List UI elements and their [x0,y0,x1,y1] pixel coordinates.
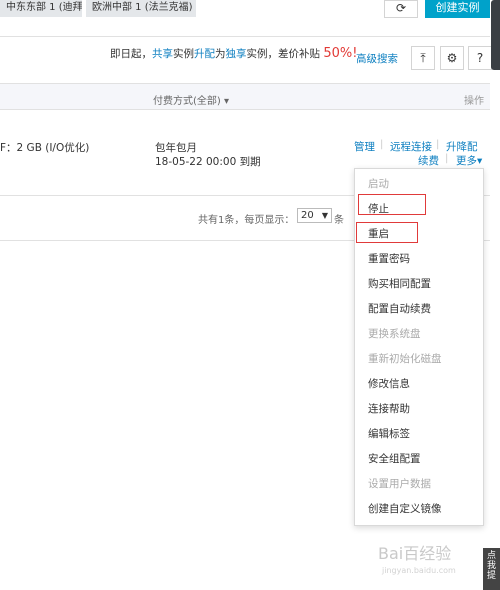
menu-item-create-image[interactable]: 创建自定义镜像 [368,501,442,516]
manage-link[interactable]: 管理 [354,139,375,154]
help-icon: ? [476,51,484,65]
promo-upgrade-link[interactable]: 升配 [194,48,215,60]
export-button[interactable]: ⤒ [411,46,435,70]
operations-header: 操作 [464,96,484,107]
pager-summary: 共有1条，每页显示： [198,215,295,226]
promo-banner: 即日起，共享实例升配为独享实例，差价补贴 50%! [110,46,357,61]
chevron-down-icon: ▾ [224,96,230,107]
menu-item-start: 启动 [368,178,389,190]
menu-item-edit-tags[interactable]: 编辑标签 [368,426,410,441]
pager-suffix: 条 [334,215,344,226]
gear-icon: ⚙ [446,51,458,65]
caret-down-icon: ▼ [321,211,328,220]
menu-item-connect-help[interactable]: 连接帮助 [368,401,410,416]
promo-text-3: 实例，差价补贴 [246,48,324,60]
side-panel-strip[interactable] [491,0,500,70]
region-tab-dubai[interactable]: 中东东部 1 (迪拜) [0,0,82,17]
instance-spec: F：2 GB (I/O优化) [0,142,90,154]
page-size-value: 20 [301,210,314,221]
more-dropdown-toggle[interactable]: 更多▾ [456,153,483,169]
payment-filter-label: 付费方式(全部) [153,96,221,107]
menu-item-buy-same[interactable]: 购买相同配置 [368,276,431,291]
expire-time: 18-05-22 00:00 到期 [155,156,261,168]
remote-connect-link[interactable]: 远程连接 [390,139,432,154]
ops-separator: | [445,153,449,164]
renew-link[interactable]: 续费 [418,153,439,168]
highlight-restart [356,222,418,243]
region-tab-frankfurt[interactable]: 欧洲中部 1 (法兰克福) [86,0,196,17]
menu-item-change-system-disk: 更换系统盘 [368,328,421,340]
refresh-icon: ⟳ [395,1,407,15]
promo-prefix: 即日起， [110,48,152,60]
menu-item-reset-password[interactable]: 重置密码 [368,251,410,266]
ops-separator: | [380,139,384,150]
watermark-text: Bai百经验 [378,544,452,563]
ops-separator: | [436,139,440,150]
page-size-select[interactable]: 20 ▼ [297,208,332,223]
promo-percent: 50%! [323,46,358,61]
payment-filter[interactable]: 付费方式(全部) ▾ [153,92,229,107]
promo-text-1: 实例 [173,48,194,60]
help-button[interactable]: ? [468,46,492,70]
settings-button[interactable]: ⚙ [440,46,464,70]
create-instance-button[interactable]: 创建实例 [425,0,490,18]
highlight-stop [358,194,426,215]
menu-item-reinit-disk: 重新初始化磁盘 [368,353,442,365]
menu-item-auto-renew[interactable]: 配置自动续费 [368,301,431,316]
header-divider [0,36,490,37]
more-label: 更多 [456,155,477,167]
caret-down-icon: ▾ [477,155,483,167]
feedback-tab[interactable]: 点我提 [483,548,500,590]
promo-shared-link[interactable]: 共享 [152,48,173,60]
advanced-search-link[interactable]: 高级搜索 [356,51,398,66]
promo-exclusive-link[interactable]: 独享 [226,48,247,60]
watermark-logo: Bai百经验 jingyan.baidu.com [378,540,478,580]
promo-text-2: 为 [215,48,226,60]
menu-item-user-data: 设置用户数据 [368,478,431,490]
watermark-url: jingyan.baidu.com [382,566,456,575]
menu-item-edit-info[interactable]: 修改信息 [368,376,410,391]
billing-type: 包年包月 [155,142,197,154]
export-icon: ⤒ [420,51,426,65]
refresh-button[interactable]: ⟳ [384,0,418,18]
menu-item-security-group[interactable]: 安全组配置 [368,451,421,466]
upgrade-link[interactable]: 升降配 [446,139,478,154]
table-header: 付费方式(全部) ▾ 操作 [0,83,490,110]
